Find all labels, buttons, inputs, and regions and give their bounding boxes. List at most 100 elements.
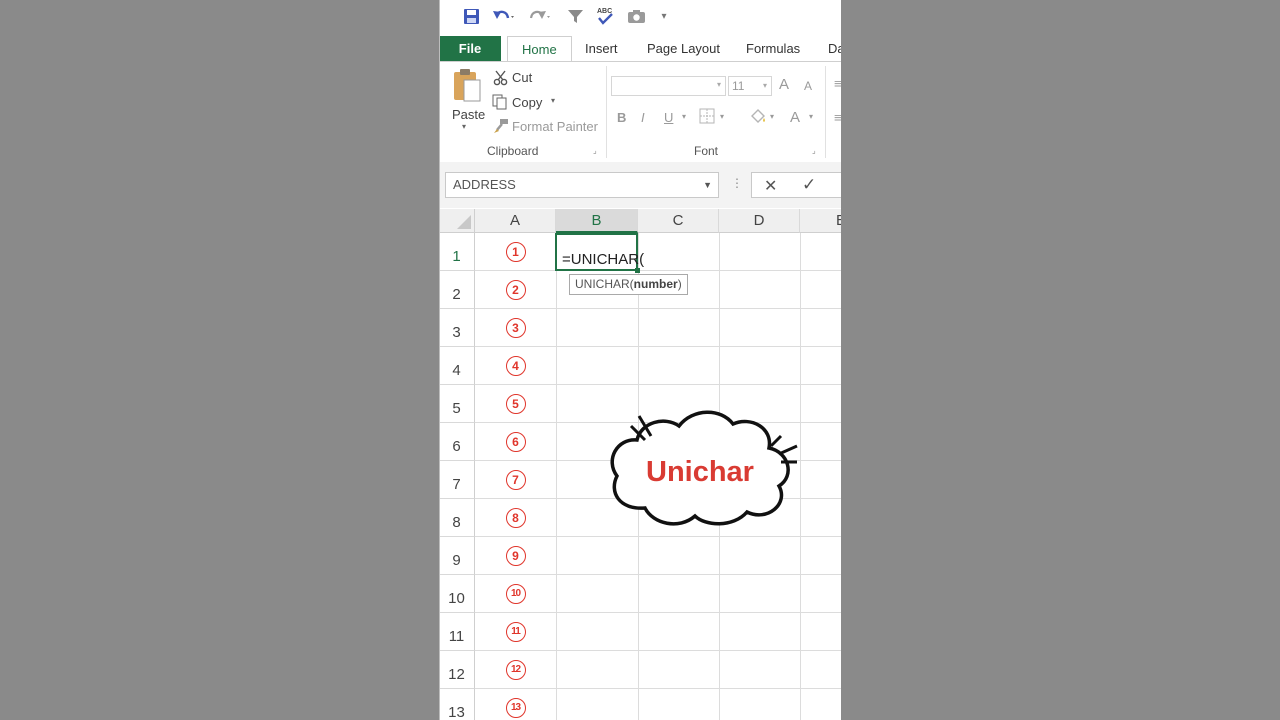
row-header-10[interactable]: 10 bbox=[439, 575, 475, 613]
name-box[interactable]: ADDRESS ▼ bbox=[445, 172, 719, 198]
formula-tools: ✕ ✓ bbox=[751, 172, 841, 198]
bold-button[interactable]: B bbox=[617, 110, 626, 125]
copy-button[interactable]: Copy bbox=[512, 95, 542, 110]
row-header-5[interactable]: 5 bbox=[439, 385, 475, 423]
row-header-6[interactable]: 6 bbox=[439, 423, 475, 461]
fill-color-icon[interactable] bbox=[749, 108, 767, 129]
cut-icon[interactable] bbox=[493, 70, 509, 89]
cancel-icon[interactable]: ✕ bbox=[764, 176, 777, 196]
copy-dropdown-icon[interactable]: ▾ bbox=[551, 96, 555, 105]
row-header-2[interactable]: 2 bbox=[439, 271, 475, 309]
circled-number: 6 bbox=[505, 432, 526, 452]
tooltip-argument[interactable]: number bbox=[634, 277, 678, 291]
row-header-8[interactable]: 8 bbox=[439, 499, 475, 537]
filter-icon[interactable] bbox=[565, 6, 585, 26]
tab-data[interactable]: Da bbox=[828, 36, 841, 62]
row-header-4[interactable]: 4 bbox=[439, 347, 475, 385]
cut-button[interactable]: Cut bbox=[512, 70, 532, 85]
borders-dropdown-icon[interactable]: ▾ bbox=[720, 112, 724, 121]
circled-number: 12 bbox=[505, 660, 526, 680]
cell-formula-text: =UNICHAR( bbox=[562, 251, 645, 268]
tooltip-function-name[interactable]: UNICHAR( bbox=[575, 277, 634, 291]
grow-font-button[interactable]: A bbox=[779, 76, 789, 93]
select-all-corner[interactable] bbox=[439, 209, 475, 233]
borders-icon[interactable] bbox=[699, 108, 715, 127]
cell-a12[interactable]: 12 bbox=[475, 651, 556, 689]
spelling-icon[interactable]: ABC bbox=[595, 6, 615, 26]
cell-a1[interactable]: 1 bbox=[475, 233, 556, 271]
clipboard-group-label: Clipboard bbox=[487, 144, 539, 158]
copy-icon[interactable] bbox=[492, 94, 508, 113]
underline-dropdown-icon[interactable]: ▾ bbox=[682, 112, 686, 121]
cell-a3[interactable]: 3 bbox=[475, 309, 556, 347]
chevron-down-icon[interactable]: ▼ bbox=[703, 173, 712, 197]
column-header-b[interactable]: B bbox=[556, 209, 638, 233]
circled-number: 8 bbox=[505, 508, 526, 528]
undo-icon[interactable] bbox=[491, 6, 517, 26]
cell-a10[interactable]: 10 bbox=[475, 575, 556, 613]
excel-window: ABC ▾ File Home Insert Page Layout Formu… bbox=[439, 0, 841, 720]
circled-number: 7 bbox=[505, 470, 526, 490]
font-group-label: Font bbox=[694, 144, 719, 158]
shrink-font-button[interactable]: A bbox=[804, 79, 812, 93]
paste-icon[interactable] bbox=[451, 68, 483, 104]
fill-handle[interactable] bbox=[635, 268, 640, 273]
active-cell-b1[interactable]: =UNICHAR( bbox=[555, 233, 644, 271]
align-icon[interactable]: ≡ bbox=[834, 76, 841, 91]
circled-number: 2 bbox=[505, 280, 526, 300]
font-color-dropdown-icon[interactable]: ▾ bbox=[809, 112, 813, 121]
more-icon: ⋮ bbox=[731, 176, 743, 190]
clipboard-launcher-icon[interactable]: ⌟ bbox=[593, 146, 597, 155]
row-header-3[interactable]: 3 bbox=[439, 309, 475, 347]
row-header-12[interactable]: 12 bbox=[439, 651, 475, 689]
svg-text:ABC: ABC bbox=[597, 8, 612, 15]
cell-a5[interactable]: 5 bbox=[475, 385, 556, 423]
cell-a6[interactable]: 6 bbox=[475, 423, 556, 461]
format-painter-button[interactable]: Format Painter bbox=[512, 119, 598, 134]
group-separator bbox=[606, 66, 607, 158]
circled-number: 13 bbox=[505, 698, 526, 718]
row-header-9[interactable]: 9 bbox=[439, 537, 475, 575]
paste-button[interactable]: Paste bbox=[452, 107, 485, 122]
row-header-7[interactable]: 7 bbox=[439, 461, 475, 499]
cell-a7[interactable]: 7 bbox=[475, 461, 556, 499]
font-launcher-icon[interactable]: ⌟ bbox=[812, 146, 816, 155]
tab-home[interactable]: Home bbox=[507, 36, 572, 62]
format-painter-icon[interactable] bbox=[493, 118, 509, 137]
formula-bar: ADDRESS ▼ ⋮ ✕ ✓ bbox=[439, 162, 841, 208]
save-icon[interactable] bbox=[461, 6, 481, 26]
column-header-d[interactable]: D bbox=[719, 209, 800, 233]
circled-number: 9 bbox=[505, 546, 526, 566]
tab-file[interactable]: File bbox=[439, 36, 501, 62]
font-color-button[interactable]: A bbox=[790, 109, 800, 126]
circled-number: 3 bbox=[505, 318, 526, 338]
column-header-a[interactable]: A bbox=[475, 209, 556, 233]
underline-button[interactable]: U bbox=[664, 110, 673, 125]
camera-icon[interactable] bbox=[625, 6, 647, 26]
cell-a13[interactable]: 13 bbox=[475, 689, 556, 720]
cell-a2[interactable]: 2 bbox=[475, 271, 556, 309]
customize-toolbar-icon[interactable]: ▾ bbox=[657, 6, 671, 26]
tab-formulas[interactable]: Formulas bbox=[746, 36, 800, 62]
cell-a8[interactable]: 8 bbox=[475, 499, 556, 537]
font-size-select[interactable]: 11 ▾ bbox=[728, 76, 772, 96]
column-header-c[interactable]: C bbox=[638, 209, 719, 233]
fill-color-dropdown-icon[interactable]: ▾ bbox=[770, 112, 774, 121]
column-header-e[interactable]: E bbox=[800, 209, 841, 233]
tab-page-layout[interactable]: Page Layout bbox=[647, 36, 720, 62]
function-tooltip: UNICHAR(number) bbox=[569, 274, 688, 295]
cell-a9[interactable]: 9 bbox=[475, 537, 556, 575]
cell-a4[interactable]: 4 bbox=[475, 347, 556, 385]
italic-button[interactable]: I bbox=[641, 110, 645, 125]
tab-insert[interactable]: Insert bbox=[585, 36, 618, 62]
tooltip-close-paren: ) bbox=[677, 277, 682, 291]
enter-icon[interactable]: ✓ bbox=[802, 175, 816, 195]
align-bottom-icon[interactable]: ≡ bbox=[834, 110, 841, 125]
redo-icon[interactable] bbox=[527, 6, 553, 26]
paste-dropdown-icon[interactable]: ▾ bbox=[462, 122, 466, 131]
cell-a11[interactable]: 11 bbox=[475, 613, 556, 651]
row-header-13[interactable]: 13 bbox=[439, 689, 475, 720]
row-header-1[interactable]: 1 bbox=[439, 233, 475, 271]
row-header-11[interactable]: 11 bbox=[439, 613, 475, 651]
font-name-select[interactable]: ▾ bbox=[611, 76, 726, 96]
